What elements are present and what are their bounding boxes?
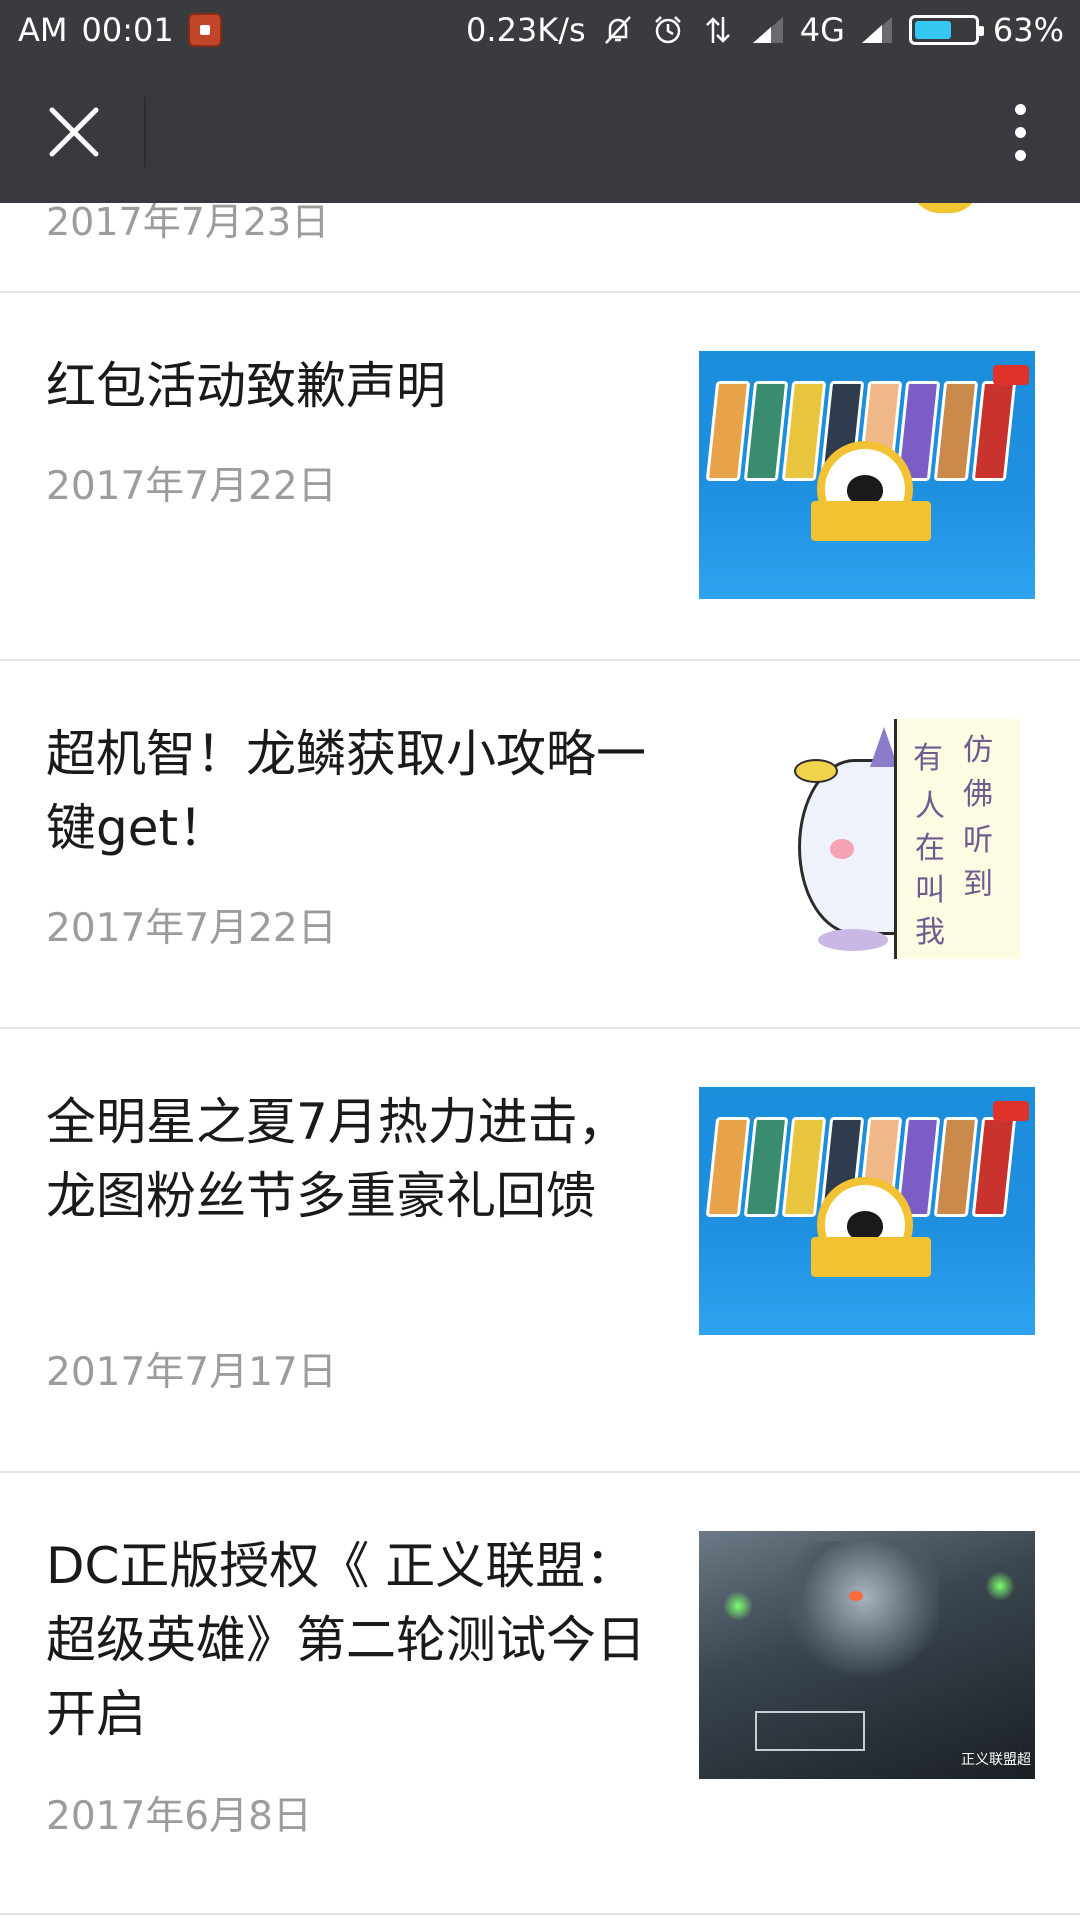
battery-icon — [908, 15, 984, 45]
status-bar: AM 00:01 0.23K/s 4G 63% — [0, 0, 1080, 60]
article-date: 2017年7月23日 — [46, 203, 330, 244]
article-date: 2017年6月8日 — [46, 1794, 312, 1839]
article-thumbnail — [699, 1087, 1035, 1335]
close-button[interactable] — [34, 92, 114, 172]
signal-icon-1 — [750, 12, 786, 48]
list-item[interactable]: 红包活动致歉声明 2017年7月22日 — [0, 293, 1080, 661]
list-separator — [0, 1913, 1080, 1915]
status-time: 00:01 — [81, 11, 174, 49]
status-left: AM 00:01 — [18, 0, 222, 60]
top-toolbar — [0, 60, 1080, 203]
article-list[interactable]: 2017年7月23日 红包活动致歉声明 2017年7月22日 超机智！龙鳞获取小 — [0, 203, 1080, 1920]
list-item[interactable]: 全明星之夏7月热力进击，龙图粉丝节多重豪礼回馈 2017年7月17日 — [0, 1029, 1080, 1471]
list-item[interactable]: 超机智！龙鳞获取小攻略一键get！ 2017年7月22日 有 仿 人 佛 在 听… — [0, 661, 1080, 1027]
article-title: 超机智！龙鳞获取小攻略一键get！ — [46, 725, 646, 857]
article-date: 2017年7月22日 — [46, 906, 337, 951]
alarm-icon — [650, 12, 686, 48]
thumbnail-watermark: 正义联盟超 — [961, 1752, 1031, 1768]
sticker-note: 有 仿 人 佛 在 听 叫 到 我 — [894, 719, 1020, 959]
net-speed: 0.23K/s — [466, 11, 586, 49]
list-item[interactable]: DC正版授权《 正义联盟：超级英雄》第二轮测试今日开启 2017年6月8日 正义… — [0, 1473, 1080, 1913]
network-type: 4G — [799, 11, 845, 49]
article-title: 红包活动致歉声明 — [46, 357, 446, 415]
more-options-button[interactable] — [988, 92, 1052, 172]
mute-vibrate-icon — [600, 12, 636, 48]
close-icon — [49, 107, 99, 157]
list-item-partial[interactable]: 2017年7月23日 — [0, 203, 1080, 291]
more-vertical-icon — [1014, 103, 1026, 115]
article-title: DC正版授权《 正义联盟：超级英雄》第二轮测试今日开启 — [46, 1537, 646, 1743]
status-ampm: AM — [18, 11, 68, 49]
battery-percent: 63% — [992, 11, 1064, 49]
article-thumbnail: 正义联盟超 — [699, 1531, 1035, 1779]
screen-record-icon — [187, 13, 222, 47]
data-transfer-icon — [700, 12, 736, 48]
signal-icon-2 — [859, 12, 895, 48]
article-date: 2017年7月17日 — [46, 1350, 337, 1395]
article-thumbnail: 有 仿 人 佛 在 听 叫 到 我 — [790, 719, 1020, 959]
status-right: 0.23K/s 4G 63% — [466, 0, 1064, 60]
article-thumbnail — [699, 351, 1035, 599]
article-date: 2017年7月22日 — [46, 464, 337, 509]
toolbar-divider — [144, 97, 146, 167]
article-title: 全明星之夏7月热力进击，龙图粉丝节多重豪礼回馈 — [46, 1093, 628, 1225]
article-thumbnail — [910, 203, 980, 213]
